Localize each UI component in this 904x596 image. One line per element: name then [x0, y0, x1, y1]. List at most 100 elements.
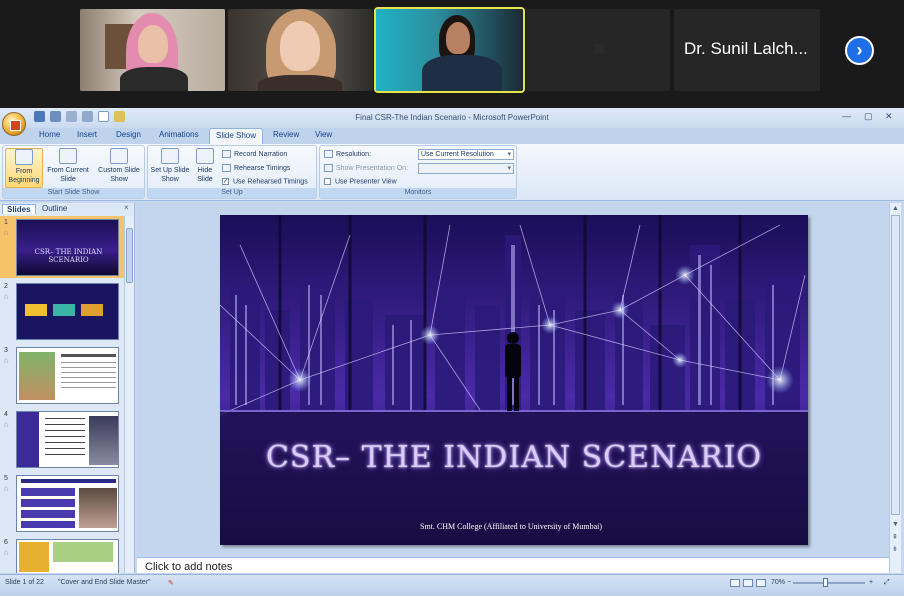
slide-thumbnail-3[interactable]: 3 ☆ [0, 344, 124, 406]
group-label-start: Start Slide Show [3, 188, 144, 198]
custom-show-label: Custom Slide Show [98, 167, 140, 183]
transition-star-icon: ☆ [3, 230, 10, 237]
timer-icon [222, 164, 231, 172]
panel-tabs: Slides Outline × [0, 203, 135, 215]
slide-count: Slide 1 of 22 [5, 579, 44, 586]
participant-name-tile[interactable]: Dr. Sunil Lalch... [674, 9, 820, 91]
from-current-label: From Current Slide [47, 167, 89, 183]
tab-animations[interactable]: Animations [159, 130, 199, 139]
slide-sorter-icon[interactable] [743, 579, 753, 587]
scroll-down-icon[interactable]: ▼ [892, 521, 899, 528]
resolution-label: Resolution: [336, 150, 372, 158]
ribbon-tabs: Home Insert Design Animations Slide Show… [0, 128, 904, 160]
window-title: Final CSR-The Indian Scenario - Microsof… [355, 113, 549, 122]
show-presentation-on-select[interactable] [418, 163, 514, 174]
custom-slide-show-button[interactable]: Custom Slide Show [95, 148, 143, 184]
slide-thumbnail-2[interactable]: 2 ☆ [0, 280, 124, 342]
fit-to-window-icon[interactable]: ⤢ [884, 579, 890, 587]
maximize-icon[interactable]: ▢ [864, 111, 873, 122]
participant-video-4-off[interactable] [526, 9, 670, 91]
presenter-view-label: Use Presenter View [335, 178, 397, 186]
thumbnail-number: 3 [4, 347, 8, 354]
slide-thumbnail-1[interactable]: 1 ☆ CSR– THE INDIAN SCENARIO [0, 216, 124, 278]
setup-show-icon [161, 148, 179, 164]
theme-name[interactable]: "Cover and End Slide Master" [58, 579, 151, 586]
scroll-thumb[interactable] [126, 228, 133, 283]
tab-slide-show[interactable]: Slide Show [209, 128, 264, 144]
city-network-background [220, 215, 808, 545]
slide-thumbnails: 1 ☆ CSR– THE INDIAN SCENARIO 2 ☆ 3 ☆ 4 ☆… [0, 216, 124, 573]
thumbnail-number: 4 [4, 411, 8, 418]
hide-slide-button[interactable]: Hide Slide [192, 148, 218, 184]
tab-slides[interactable]: Slides [2, 204, 36, 214]
record-narration-button[interactable]: Record Narration [222, 150, 287, 158]
checkbox-unchecked-icon [324, 178, 331, 185]
slide-thumbnail-4[interactable]: 4 ☆ [0, 408, 124, 470]
normal-view-icon[interactable] [730, 579, 740, 587]
tab-view[interactable]: View [315, 130, 332, 139]
participant-video-1[interactable] [80, 9, 225, 91]
spell-check-icon[interactable]: ✎ [168, 579, 174, 587]
tab-insert[interactable]: Insert [77, 130, 97, 139]
show-presentation-on-row: Show Presentation On: [324, 164, 408, 172]
title-bar: Final CSR-The Indian Scenario - Microsof… [0, 108, 904, 128]
slide-thumbnail-6[interactable]: 6 ☆ [0, 536, 124, 573]
transition-star-icon: ☆ [3, 422, 10, 429]
rehearse-timings-button[interactable]: Rehearse Timings [222, 164, 290, 172]
thumbnail-number: 6 [4, 539, 8, 546]
tab-review[interactable]: Review [273, 130, 299, 139]
rehearse-timings-label: Rehearse Timings [234, 164, 291, 172]
resolution-select[interactable]: Use Current Resolution [418, 149, 514, 160]
thumbnail-image [16, 411, 119, 468]
current-slide[interactable]: CSR– THE INDIAN SCENARIO Smt. CHM Colleg… [220, 215, 808, 545]
previous-slide-icon[interactable]: ⇞ [892, 533, 898, 541]
from-current-slide-button[interactable]: From Current Slide [45, 148, 91, 184]
scroll-thumb[interactable] [891, 215, 900, 515]
zoom-slider[interactable] [793, 582, 865, 584]
status-bar: Slide 1 of 22 "Cover and End Slide Maste… [0, 574, 904, 596]
hide-slide-label: Hide Slide [197, 167, 213, 183]
minimize-icon[interactable]: — [842, 111, 851, 121]
group-label-setup: Set Up [148, 188, 316, 198]
resolution-label-row: Resolution: [324, 150, 371, 158]
tab-design[interactable]: Design [116, 130, 141, 139]
zoom-out-icon[interactable]: − [787, 579, 791, 586]
group-label-monitors: Monitors [320, 188, 516, 198]
close-icon[interactable]: ✕ [885, 111, 893, 122]
zoom-in-icon[interactable]: + [869, 579, 873, 586]
set-up-slide-show-button[interactable]: Set Up Slide Show [150, 148, 190, 184]
ribbon: From Beginning From Current Slide Custom… [0, 144, 904, 201]
from-beginning-button[interactable]: From Beginning [5, 148, 43, 188]
set-up-label: Set Up Slide Show [150, 167, 190, 183]
group-set-up: Set Up Slide Show Hide Slide Record Narr… [147, 145, 317, 199]
participant-video-2[interactable] [228, 9, 373, 91]
slide-subtitle[interactable]: Smt. CHM College (Affiliated to Universi… [220, 522, 808, 531]
close-panel-icon[interactable]: × [124, 203, 129, 212]
slide-scrollbar[interactable]: ▲ ▼ ⇞ ⇟ [889, 203, 901, 573]
chevron-right-icon[interactable]: › [845, 36, 874, 65]
notes-pane[interactable]: Click to add notes [137, 557, 889, 573]
slide-editing-area: CSR– THE INDIAN SCENARIO Smt. CHM Colleg… [137, 203, 889, 556]
slide-title[interactable]: CSR– THE INDIAN SCENARIO [220, 440, 808, 475]
tab-home[interactable]: Home [39, 130, 60, 139]
scroll-up-icon[interactable]: ▲ [892, 205, 899, 212]
zoom-slider-knob[interactable] [823, 578, 828, 587]
slides-panel: Slides Outline × 1 ☆ CSR– THE INDIAN SCE… [0, 203, 135, 573]
camera-off-square [594, 44, 604, 54]
next-slide-icon[interactable]: ⇟ [892, 545, 898, 553]
participant-video-3-active-speaker[interactable] [374, 7, 525, 93]
thumbnails-scrollbar[interactable] [124, 216, 134, 573]
participant-name: Dr. Sunil Lalch... [684, 39, 808, 58]
use-rehearsed-timings-checkbox[interactable]: ✓ Use Rehearsed Timings [222, 178, 308, 185]
office-button-icon[interactable] [2, 112, 26, 136]
monitor-icon [324, 164, 333, 172]
zoom-level[interactable]: 70% [771, 579, 785, 586]
use-presenter-view-checkbox[interactable]: Use Presenter View [324, 178, 397, 185]
from-beginning-label: From Beginning [8, 168, 40, 184]
tab-outline[interactable]: Outline [38, 204, 71, 213]
slide-show-view-icon[interactable] [756, 579, 766, 587]
group-monitors: Resolution: Use Current Resolution Show … [319, 145, 517, 199]
slide-thumbnail-5[interactable]: 5 ☆ [0, 472, 124, 534]
thumbnail-image [16, 347, 119, 404]
thumbnail-number: 1 [4, 219, 8, 226]
